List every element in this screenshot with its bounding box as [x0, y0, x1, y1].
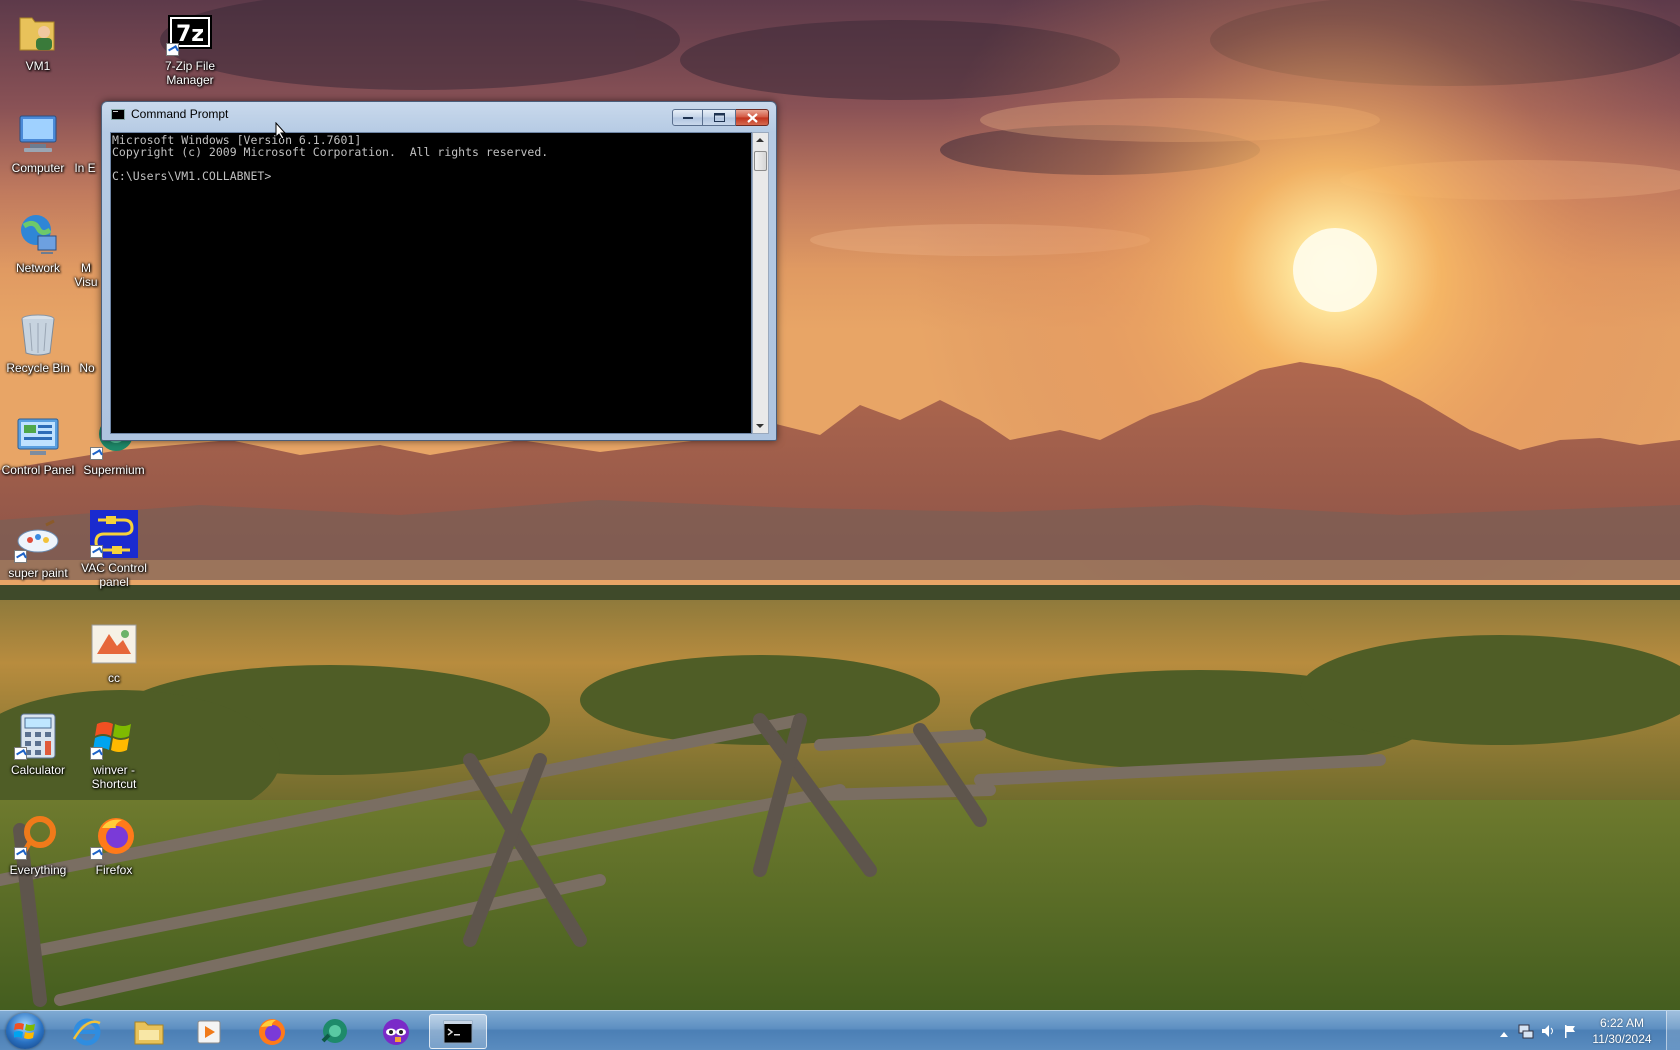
taskbar: 6:22 AM 11/30/2024	[0, 1010, 1680, 1050]
taskbar-firefox[interactable]	[243, 1014, 301, 1049]
computer-icon	[14, 110, 62, 158]
svg-text:7z: 7z	[176, 22, 204, 47]
clock-time: 6:22 AM	[1599, 1016, 1645, 1030]
desktop-icon-vm1[interactable]: VM1	[0, 8, 76, 73]
scroll-up-arrow-icon[interactable]	[756, 138, 764, 142]
firefox-icon	[90, 812, 138, 860]
close-button[interactable]	[736, 109, 769, 126]
action-center-flag-icon[interactable]	[1562, 1023, 1578, 1039]
desktop-icon-7zip[interactable]: 7z 7-Zip File Manager	[152, 8, 228, 87]
console-prompt: C:\Users\VM1.COLLABNET>	[112, 169, 272, 183]
taskbar-supermium[interactable]	[305, 1014, 363, 1049]
clock[interactable]: 6:22 AM 11/30/2024	[1582, 1015, 1662, 1047]
desktop-icon-network[interactable]: Network	[0, 210, 76, 275]
vac-control-panel-icon	[90, 510, 138, 558]
network-tray-icon[interactable]	[1518, 1023, 1534, 1039]
control-panel-icon	[14, 412, 62, 460]
desktop-icon-control-panel[interactable]: Control Panel	[0, 412, 76, 477]
volume-icon[interactable]	[1540, 1023, 1556, 1039]
desktop-icon-winver[interactable]: winver - Shortcut	[76, 712, 152, 791]
mouse-cursor-icon	[275, 122, 287, 140]
7zip-icon: 7z	[166, 8, 214, 56]
paint-icon	[14, 515, 62, 563]
show-hidden-icons-icon[interactable]	[1499, 1025, 1515, 1041]
desktop-icon-recycle-bin[interactable]: Recycle Bin	[0, 310, 76, 375]
cmd-titlebar[interactable]: Command Prompt	[102, 102, 776, 128]
desktop-icon-calculator[interactable]: Calculator	[0, 712, 76, 777]
minimize-button[interactable]	[672, 109, 703, 126]
maximize-button[interactable]	[703, 109, 736, 126]
console-output[interactable]: Microsoft Windows [Version 6.1.7601] Copy…	[110, 132, 752, 434]
network-icon	[14, 210, 62, 258]
console-line: Copyright (c) 2009 Microsoft Corporation…	[112, 145, 549, 159]
cmd-icon	[443, 1020, 473, 1043]
image-file-icon	[90, 620, 138, 668]
calculator-icon	[14, 712, 62, 760]
windows-logo-icon	[90, 712, 138, 760]
mask-icon	[383, 1018, 409, 1045]
desktop-icon-firefox[interactable]: Firefox	[76, 812, 152, 877]
close-icon	[746, 112, 758, 123]
internet-explorer-icon	[72, 1018, 101, 1045]
command-prompt-window[interactable]: Command Prompt Microsoft Windows [Versio…	[101, 101, 777, 441]
desktop-icon-internet-explorer[interactable]: In E	[70, 110, 100, 175]
taskbar-internet-explorer[interactable]	[58, 1014, 116, 1049]
taskbar-file-explorer[interactable]	[120, 1014, 178, 1049]
scroll-down-arrow-icon[interactable]	[756, 424, 764, 428]
taskbar-media-player[interactable]	[180, 1014, 238, 1049]
system-tray: 6:22 AM 11/30/2024	[1480, 1011, 1680, 1050]
desktop-icon-notepad[interactable]: No	[70, 310, 104, 375]
desktop-icon-visual-studio[interactable]: M Visu	[70, 210, 102, 289]
folder-icon	[134, 1021, 164, 1044]
internet-explorer-icon	[90, 110, 100, 158]
window-title: Command Prompt	[131, 107, 229, 121]
taskbar-mask-app[interactable]	[367, 1014, 425, 1049]
recycle-bin-icon	[14, 310, 62, 358]
everything-search-icon	[14, 812, 62, 860]
cmd-icon	[111, 109, 125, 120]
clock-date: 11/30/2024	[1592, 1032, 1652, 1046]
user-folder-icon	[14, 8, 62, 56]
vertical-scrollbar[interactable]	[752, 132, 769, 434]
firefox-icon	[259, 1018, 285, 1045]
desktop-icon-computer[interactable]: Computer	[0, 110, 76, 175]
scroll-thumb[interactable]	[754, 151, 767, 171]
supermium-icon	[321, 1018, 347, 1043]
start-button[interactable]	[6, 1013, 44, 1049]
desktop-icon-cc[interactable]: cc	[76, 620, 152, 685]
desktop-icon-super-paint[interactable]: super paint	[0, 515, 76, 580]
taskbar-command-prompt[interactable]	[429, 1014, 487, 1049]
windows-logo-icon	[14, 1023, 35, 1039]
media-player-icon	[197, 1020, 221, 1043]
show-desktop-button[interactable]	[1666, 1011, 1680, 1050]
desktop-icon-vac-control-panel[interactable]: VAC Control panel	[76, 510, 152, 589]
desktop-icon-everything[interactable]: Everything	[0, 812, 76, 877]
